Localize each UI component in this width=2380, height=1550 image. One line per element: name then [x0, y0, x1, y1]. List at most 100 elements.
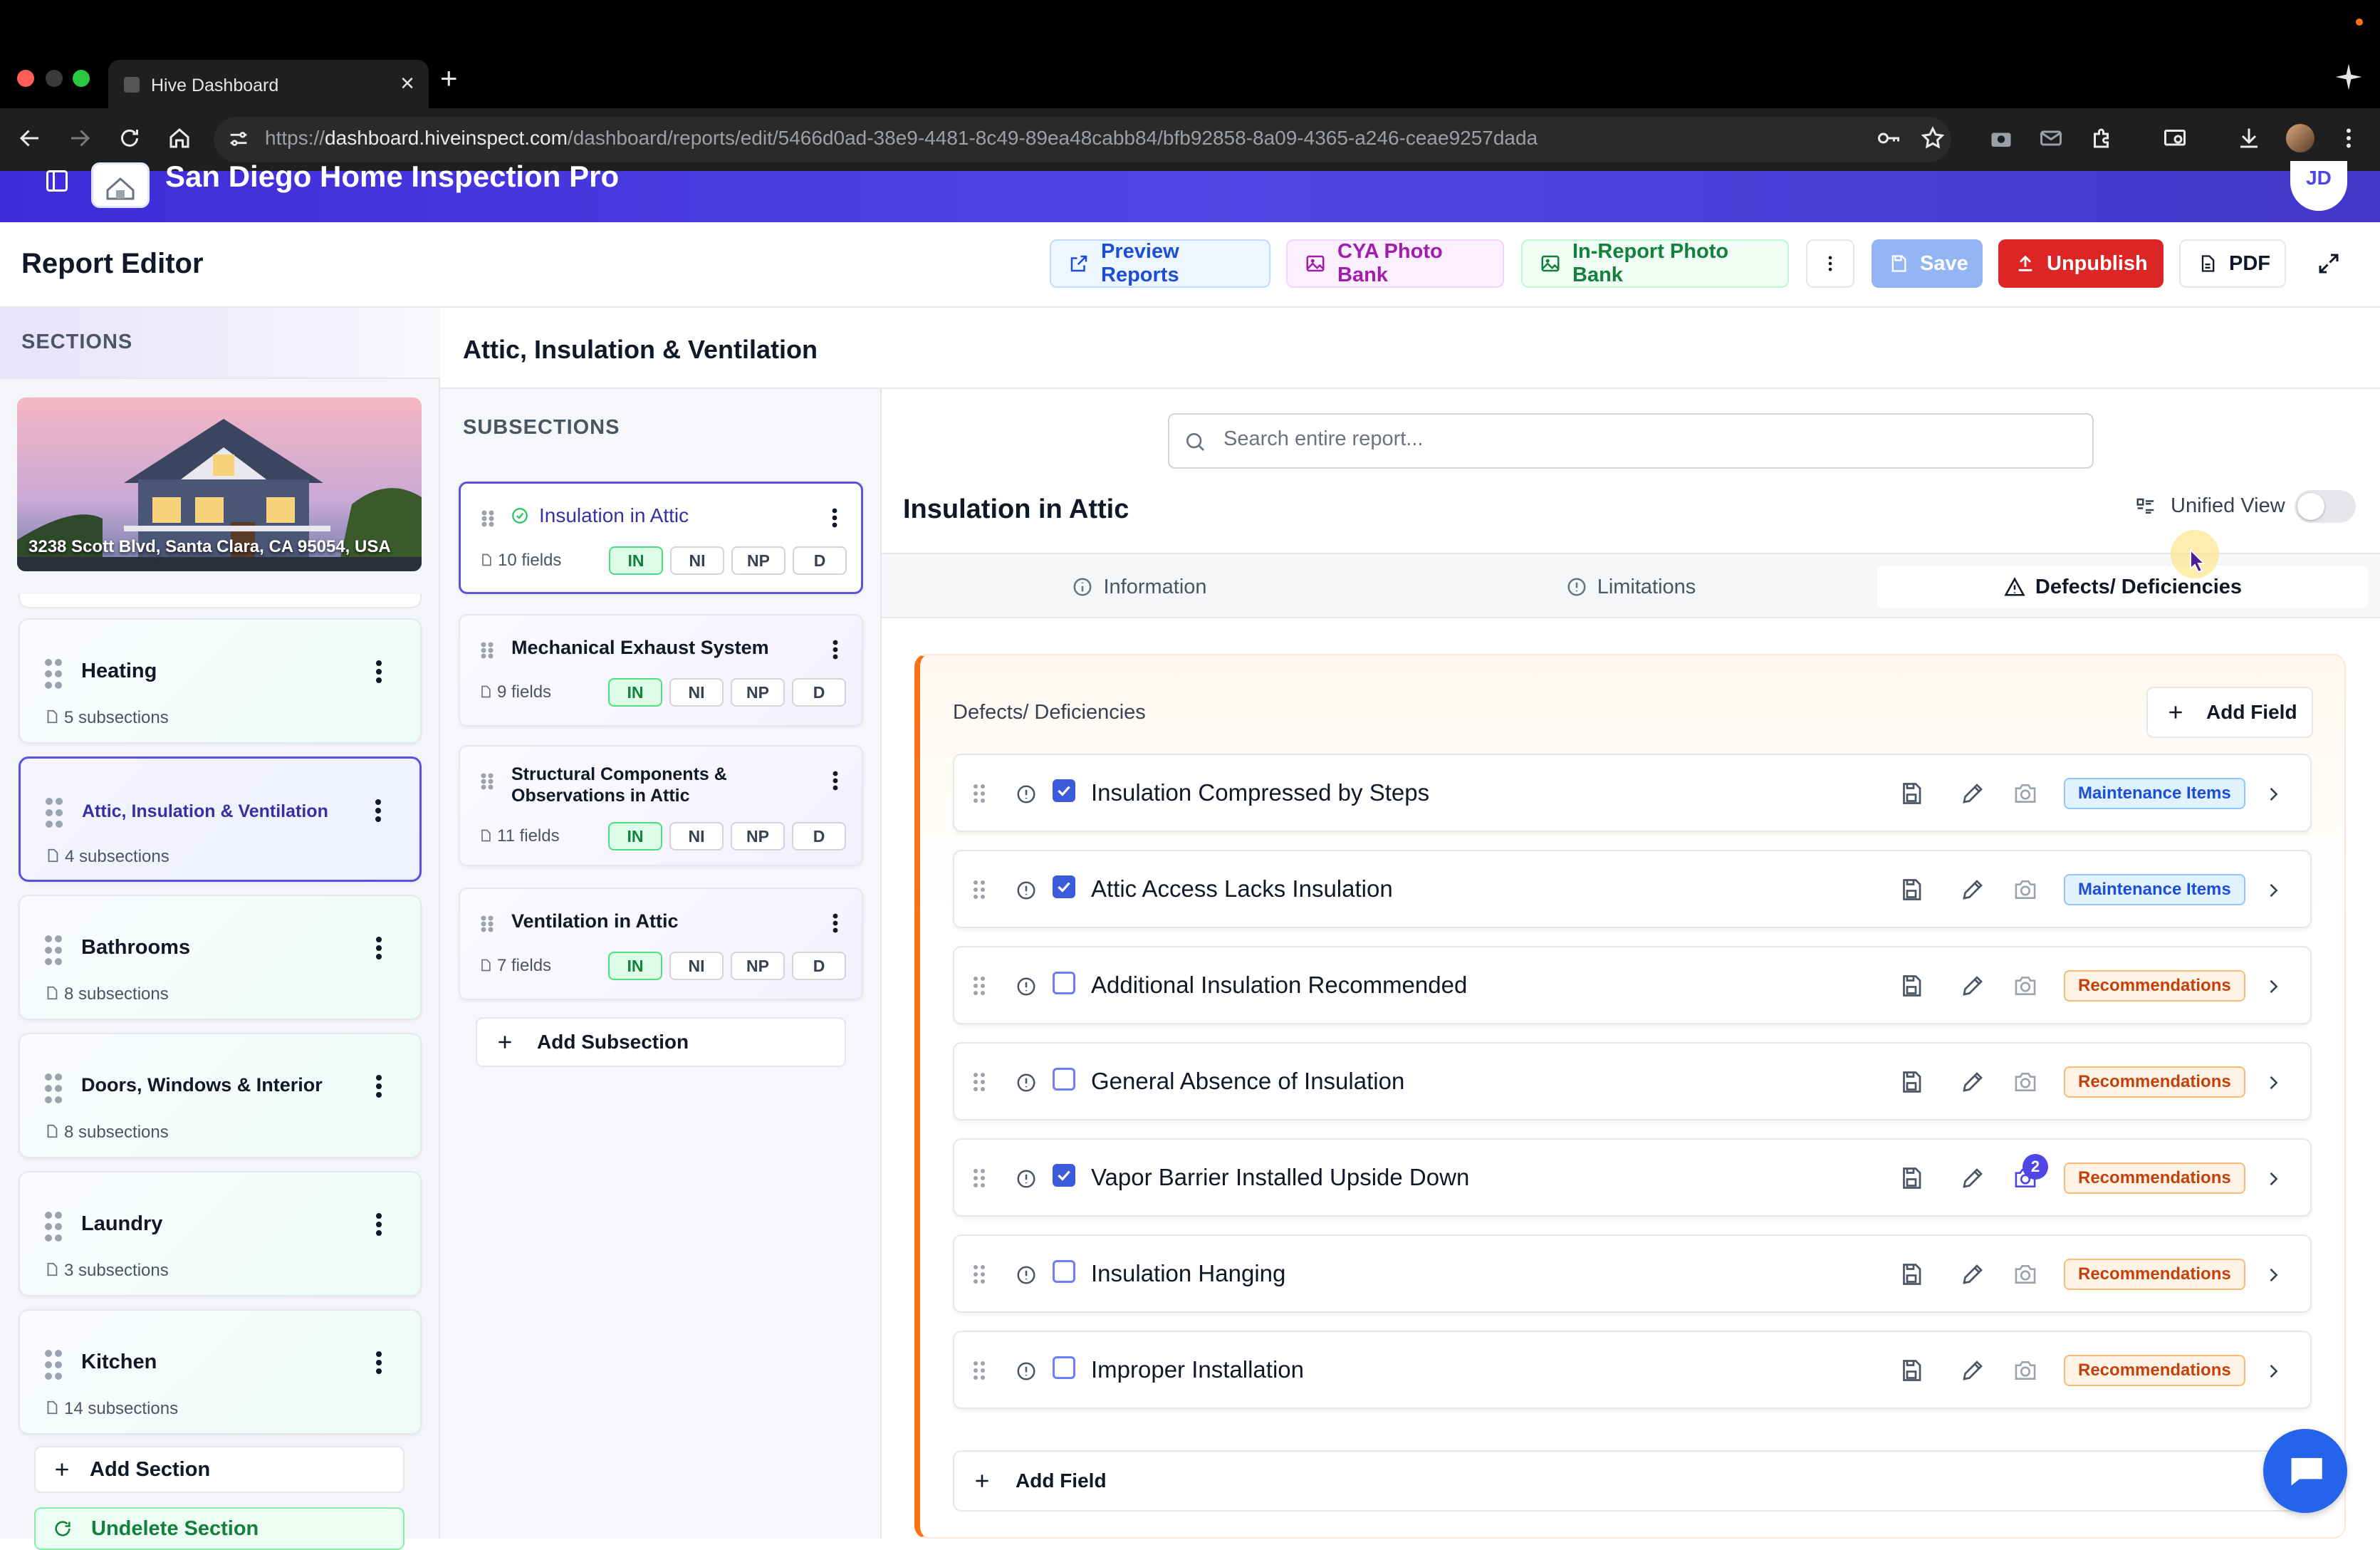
sidebar-toggle-icon[interactable] [44, 168, 70, 194]
add-field-button[interactable]: Add Field [2146, 687, 2313, 738]
pill-ni[interactable]: NI [669, 678, 724, 707]
save-icon[interactable] [1899, 781, 1924, 806]
pill-d[interactable]: D [792, 822, 846, 851]
category-badge[interactable]: Recommendations [2064, 1259, 2245, 1290]
defect-checkbox[interactable] [1053, 875, 1075, 898]
pill-d[interactable]: D [792, 952, 846, 980]
pencil-icon[interactable] [1960, 781, 1985, 806]
grip-icon[interactable] [973, 784, 986, 803]
grip-icon[interactable] [44, 935, 63, 966]
defect-row[interactable]: Insulation Hanging Recommendations [953, 1234, 2312, 1313]
section-item-laundry[interactable]: Laundry 3 subsections [19, 1171, 422, 1296]
defect-checkbox[interactable] [1053, 1260, 1075, 1283]
chevron-right-icon[interactable] [2263, 1361, 2283, 1382]
back-icon[interactable] [17, 125, 43, 151]
subsection-item-insulation[interactable]: Insulation in Attic 10 fields IN NI NP D [459, 482, 863, 594]
kebab-menu-icon[interactable] [375, 1351, 383, 1375]
add-section-button[interactable]: Add Section [34, 1446, 405, 1493]
chat-button[interactable] [2263, 1429, 2347, 1513]
window-close-dot[interactable] [17, 70, 34, 87]
section-item-kitchen[interactable]: Kitchen 14 subsections [19, 1309, 422, 1435]
kebab-menu-icon[interactable] [832, 913, 839, 933]
grip-icon[interactable] [973, 1264, 986, 1284]
tab-information[interactable]: Information [883, 566, 1396, 608]
section-item-bathrooms[interactable]: Bathrooms 8 subsections [19, 895, 422, 1020]
grip-icon[interactable] [44, 1211, 63, 1242]
defect-row[interactable]: Vapor Barrier Installed Upside Down 2 Reco… [953, 1138, 2312, 1217]
grip-icon[interactable] [973, 976, 986, 996]
grip-icon[interactable] [480, 915, 494, 933]
info-icon[interactable] [1016, 1072, 1037, 1093]
grip-icon[interactable] [973, 1361, 986, 1380]
info-icon[interactable] [1016, 1264, 1037, 1286]
extensions-puzzle-icon[interactable] [2089, 125, 2115, 151]
kebab-menu-icon[interactable] [832, 640, 839, 660]
defect-row[interactable]: Insulation Compressed by Steps Maintenanc… [953, 754, 2312, 832]
grip-icon[interactable] [44, 658, 63, 690]
chevron-right-icon[interactable] [2263, 976, 2283, 997]
kebab-menu-icon[interactable] [375, 1074, 383, 1098]
grip-icon[interactable] [480, 641, 494, 660]
chevron-right-icon[interactable] [2263, 1168, 2283, 1190]
kebab-menu-icon[interactable] [375, 1212, 383, 1237]
grip-icon[interactable] [44, 1349, 63, 1380]
defect-checkbox[interactable] [1053, 1356, 1075, 1379]
pencil-icon[interactable] [1960, 1262, 1985, 1287]
section-item-attic[interactable]: Attic, Insulation & Ventilation 4 subsec… [19, 756, 422, 882]
section-item-doors-windows[interactable]: Doors, Windows & Interior 8 subsections [19, 1033, 422, 1158]
pill-in[interactable]: IN [609, 546, 663, 575]
defect-checkbox[interactable] [1053, 779, 1075, 802]
more-options-button[interactable] [1806, 239, 1854, 288]
kebab-menu-icon[interactable] [375, 660, 383, 684]
save-icon[interactable] [1899, 1069, 1924, 1095]
camera-icon[interactable] [2013, 1071, 2038, 1093]
pill-d[interactable]: D [793, 546, 847, 575]
camera-icon[interactable] [2013, 878, 2038, 901]
subsection-item-structural[interactable]: Structural Components & Observations in A… [459, 745, 863, 866]
camera-icon[interactable] [2013, 782, 2038, 805]
grip-icon[interactable] [973, 1168, 986, 1188]
defect-row[interactable]: General Absence of Insulation Recommendat… [953, 1042, 2312, 1120]
pill-in[interactable]: IN [608, 678, 662, 707]
extension-camera-icon[interactable] [1988, 125, 2014, 151]
category-badge[interactable]: Recommendations [2064, 1162, 2245, 1194]
password-key-icon[interactable] [1876, 125, 1901, 151]
defect-row[interactable]: Additional Insulation Recommended Recomme… [953, 946, 2312, 1024]
reload-icon[interactable] [117, 125, 142, 151]
info-icon[interactable] [1016, 784, 1037, 805]
browser-tab[interactable]: Hive Dashboard × [108, 60, 429, 110]
extension-mail-icon[interactable] [2038, 125, 2064, 151]
unified-view-toggle[interactable] [2295, 490, 2356, 523]
profile-avatar-icon[interactable] [2286, 124, 2314, 152]
info-icon[interactable] [1016, 1168, 1037, 1190]
category-badge[interactable]: Recommendations [2064, 1355, 2245, 1386]
info-icon[interactable] [1016, 880, 1037, 901]
site-settings-icon[interactable] [226, 127, 251, 151]
chevron-right-icon[interactable] [2263, 1264, 2283, 1286]
kebab-menu-icon[interactable] [374, 799, 382, 823]
pencil-icon[interactable] [1960, 1165, 1985, 1191]
forward-icon[interactable] [67, 125, 93, 151]
category-badge[interactable]: Maintenance Items [2064, 778, 2245, 809]
new-tab-icon[interactable]: + [440, 61, 458, 95]
unpublish-button[interactable]: Unpublish [1998, 239, 2164, 288]
pill-np[interactable]: NP [731, 952, 785, 980]
category-badge[interactable]: Maintenance Items [2064, 874, 2245, 905]
add-subsection-button[interactable]: Add Subsection [476, 1017, 846, 1067]
grip-icon[interactable] [481, 509, 495, 528]
save-button[interactable]: Save [1872, 239, 1983, 288]
window-zoom-dot[interactable] [73, 70, 90, 87]
subsection-item-ventilation[interactable]: Ventilation in Attic 7 fields IN NI NP D [459, 888, 863, 1000]
download-icon[interactable] [2236, 125, 2262, 151]
camera-icon[interactable] [2013, 1359, 2038, 1382]
defect-checkbox[interactable] [1053, 1164, 1075, 1187]
defect-row[interactable]: Attic Access Lacks Insulation Maintenance… [953, 850, 2312, 928]
browser-menu-icon[interactable] [2336, 125, 2361, 151]
home-icon[interactable] [167, 125, 192, 151]
camera-icon[interactable] [2013, 974, 2038, 997]
save-icon[interactable] [1899, 877, 1924, 903]
grip-icon[interactable] [480, 772, 494, 791]
defect-row[interactable]: Improper Installation Recommendations [953, 1331, 2312, 1409]
info-icon[interactable] [1016, 1361, 1037, 1382]
grip-icon[interactable] [45, 797, 63, 828]
